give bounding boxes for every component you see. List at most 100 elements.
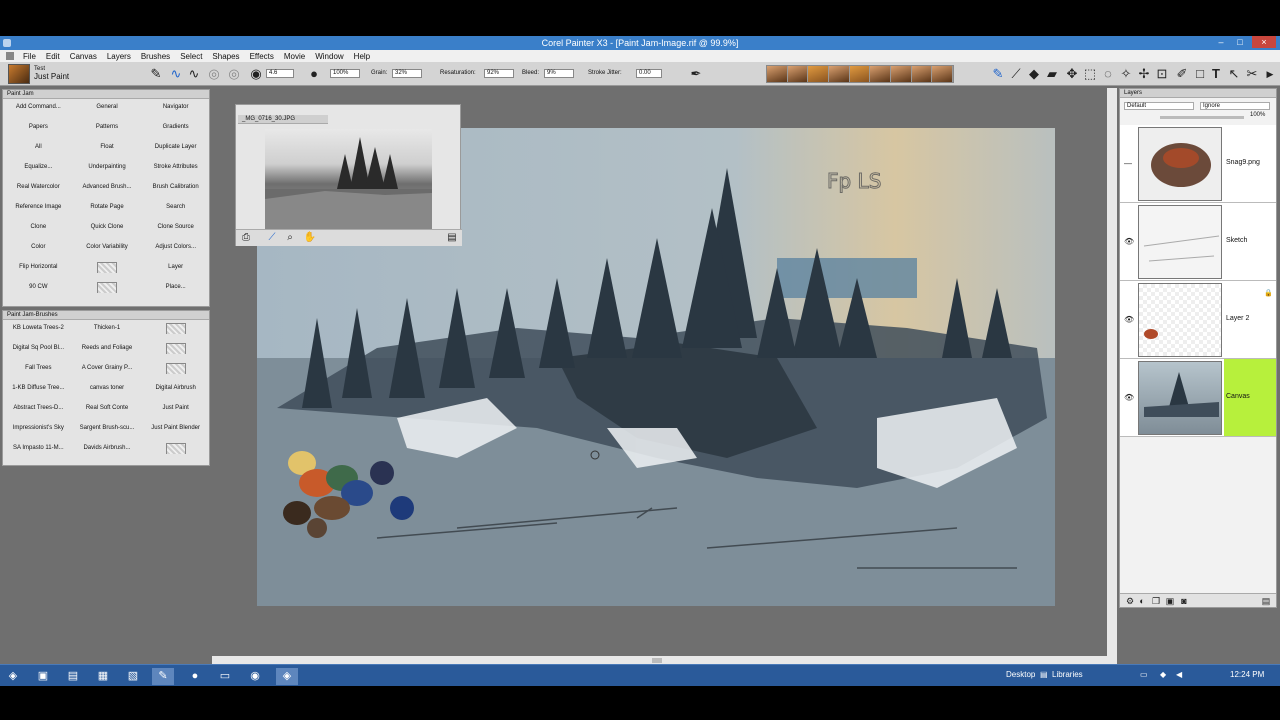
brush-button[interactable]: Sargent Brush-scu... — [74, 423, 141, 434]
straight-line-icon[interactable]: ∿ — [186, 66, 202, 82]
clock[interactable]: 12:24 PM — [1230, 670, 1264, 679]
command-button[interactable]: Duplicate Layer — [142, 142, 209, 153]
preserve-select[interactable]: Ignore — [1200, 102, 1270, 110]
transform-icon[interactable]: ✢ — [1136, 66, 1152, 82]
painter-app-icon[interactable]: ✎ — [152, 668, 174, 685]
menu-movie[interactable]: Movie — [283, 52, 306, 61]
browser-icon[interactable]: ● — [184, 668, 206, 685]
brush-strip-item[interactable] — [932, 66, 954, 82]
notification-icon[interactable]: ◆ — [1160, 670, 1166, 679]
bleed-field[interactable]: 9% — [544, 69, 574, 78]
layer-row-selected[interactable]: 👁 Canvas — [1120, 359, 1276, 437]
layer-row[interactable]: — Snag9.png — [1120, 125, 1276, 203]
brush-strip-item[interactable] — [891, 66, 912, 82]
brush-strip-item[interactable] — [829, 66, 850, 82]
rectangle-shape-icon[interactable]: □ — [1192, 66, 1208, 82]
command-button[interactable]: Gradients — [142, 122, 209, 133]
brush-button[interactable]: canvas toner — [74, 383, 141, 394]
taskbar-app-icon[interactable]: ▭ — [214, 668, 236, 685]
brush-button[interactable]: Just Paint — [142, 403, 209, 414]
command-button[interactable]: Float — [74, 142, 141, 153]
brush-strip-item[interactable] — [787, 66, 809, 82]
brush-button[interactable]: SA Impasto 11-M... — [5, 443, 72, 454]
libraries-toolbar[interactable]: Libraries — [1052, 670, 1083, 679]
brush-button[interactable]: 1-KB Diffuse Tree... — [5, 383, 72, 394]
layer-row[interactable]: 👁 Layer 2 🔒 — [1120, 281, 1276, 359]
command-button[interactable]: Underpainting — [74, 162, 141, 173]
command-button[interactable]: Color Variability — [74, 242, 141, 253]
command-button[interactable]: Equalize... — [5, 162, 72, 173]
menu-canvas[interactable]: Canvas — [69, 52, 98, 61]
command-button[interactable]: Brush Calibration — [142, 182, 209, 193]
explorer-icon[interactable]: ▤ — [62, 668, 84, 685]
reference-image-thumbnail[interactable] — [265, 129, 432, 229]
command-button[interactable]: 90 CW — [5, 282, 72, 293]
size-field[interactable]: 4.6 — [266, 69, 294, 78]
command-button[interactable]: Place... — [142, 282, 209, 293]
resaturation-field[interactable]: 92% — [484, 69, 514, 78]
brush-ghost-icon[interactable]: ◎ — [206, 66, 222, 82]
command-button[interactable]: Clone Source — [142, 222, 209, 233]
brush-button[interactable]: Fall Trees — [5, 363, 72, 374]
magic-wand-icon[interactable]: ✧ — [1118, 66, 1134, 82]
command-button[interactable]: Real Watercolor — [5, 182, 72, 193]
brush-button[interactable]: Reeds and Foliage — [74, 343, 141, 354]
taskbar-app-icon[interactable]: ▧ — [122, 668, 144, 685]
menu-select[interactable]: Select — [179, 52, 203, 61]
command-swatch[interactable] — [74, 262, 141, 273]
brush-button[interactable]: Digital Airbrush — [142, 383, 209, 394]
opacity-field[interactable]: 100% — [330, 69, 360, 78]
layer-adjuster-icon[interactable]: ✥ — [1064, 66, 1080, 82]
command-button[interactable]: Patterns — [74, 122, 141, 133]
brush-button[interactable]: Impressionist's Sky — [5, 423, 72, 434]
command-button[interactable]: Search — [142, 202, 209, 213]
command-button[interactable]: Color — [5, 242, 72, 253]
brush-selector-icon[interactable] — [8, 64, 30, 84]
visibility-icon[interactable]: 👁 — [1124, 315, 1134, 324]
brush-swatch[interactable] — [142, 343, 209, 354]
menu-shapes[interactable]: Shapes — [211, 52, 240, 61]
stroke-jitter-field[interactable]: 0.00 — [636, 69, 662, 78]
brush-strip-item[interactable] — [849, 66, 871, 82]
enhanced-brush-ghost-icon[interactable]: ◎ — [226, 66, 242, 82]
menu-file[interactable]: File — [22, 52, 37, 61]
brush-button[interactable]: Thicken-1 — [74, 323, 141, 334]
brush-swatch[interactable] — [142, 443, 209, 454]
libraries-icon[interactable]: ▤ — [1040, 670, 1048, 679]
paint-bucket-icon[interactable]: ◆ — [1026, 66, 1042, 82]
command-button[interactable]: Clone — [5, 222, 72, 233]
command-button[interactable]: All — [5, 142, 72, 153]
close-button[interactable]: × — [1252, 36, 1276, 48]
text-tool-icon[interactable]: T — [1208, 66, 1224, 82]
start-icon[interactable]: ◈ — [2, 668, 24, 685]
lock-icon[interactable]: 🔒 — [1264, 289, 1273, 297]
freehand-stroke-icon[interactable]: ∿ — [168, 66, 184, 82]
crop-icon[interactable]: ⊡ — [1154, 66, 1170, 82]
brush-selector[interactable]: Test Just Paint — [34, 65, 69, 81]
brush-button[interactable]: Digital Sq Pool Bl... — [5, 343, 72, 354]
grain-field[interactable]: 32% — [392, 69, 422, 78]
menu-help[interactable]: Help — [353, 52, 371, 61]
scroll-thumb[interactable] — [652, 658, 662, 663]
rectangular-selection-icon[interactable]: ⬚ — [1082, 66, 1098, 82]
command-swatch[interactable] — [74, 282, 141, 293]
menu-edit[interactable]: Edit — [45, 52, 61, 61]
command-button[interactable]: Add Command... — [5, 102, 72, 113]
eraser-tool-icon[interactable]: ▰ — [1044, 66, 1060, 82]
dropper-icon[interactable]: ⟋ — [264, 230, 280, 246]
command-button[interactable]: Reference Image — [5, 202, 72, 213]
desktop-toolbar[interactable]: Desktop — [1006, 670, 1035, 679]
brush-swatch[interactable] — [142, 363, 209, 374]
brush-strip-item[interactable] — [870, 66, 892, 82]
shape-selection-icon[interactable]: ↖ — [1226, 66, 1242, 82]
command-button[interactable]: Navigator — [142, 102, 209, 113]
brush-strip-item[interactable] — [767, 66, 788, 82]
chrome-icon[interactable]: ◉ — [244, 668, 266, 685]
delete-icon[interactable]: ▤ — [444, 230, 460, 246]
taskbar-app-icon[interactable]: ▣ — [32, 668, 54, 685]
volume-icon[interactable]: ◀ — [1176, 670, 1182, 679]
menu-layers[interactable]: Layers — [106, 52, 132, 61]
reset-tool-icon[interactable]: ✎ — [148, 66, 164, 82]
command-button[interactable]: Advanced Brush... — [74, 182, 141, 193]
dropper-tool-icon[interactable]: ⟋ — [1008, 66, 1024, 82]
